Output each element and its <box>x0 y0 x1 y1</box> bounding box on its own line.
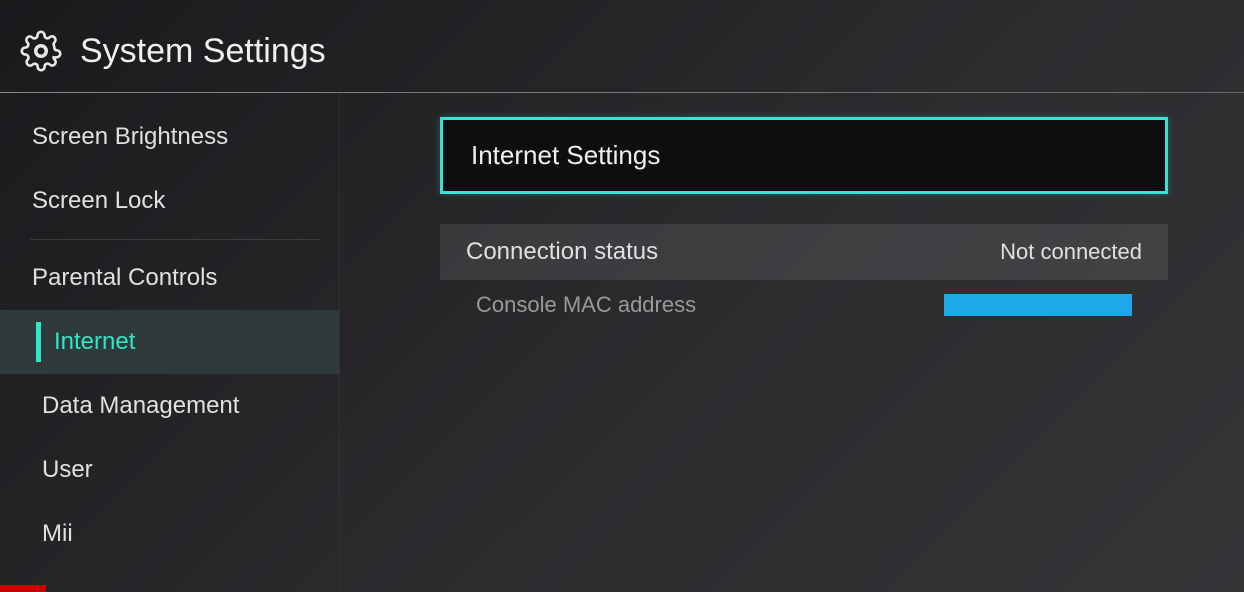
page-title: System Settings <box>80 32 326 71</box>
main-panel: Internet Settings Connection status Not … <box>340 93 1244 590</box>
progress-indicator <box>0 585 46 592</box>
mac-address-value-redacted <box>944 294 1132 316</box>
connection-status-row[interactable]: Connection status Not connected <box>440 224 1168 280</box>
connection-status-group: Connection status Not connected Console … <box>440 224 1168 330</box>
connection-status-label: Connection status <box>466 238 658 266</box>
sidebar-item-user[interactable]: User <box>0 438 339 502</box>
sidebar-item-label: Screen Lock <box>32 187 165 214</box>
sidebar-item-label: Data Management <box>42 392 239 419</box>
gear-icon <box>20 30 62 72</box>
sidebar-item-data-management[interactable]: Data Management <box>0 374 339 438</box>
sidebar-item-label: Mii <box>42 520 73 547</box>
internet-settings-button[interactable]: Internet Settings <box>440 117 1168 194</box>
mac-address-row: Console MAC address <box>440 280 1168 330</box>
sidebar-item-label: Parental Controls <box>32 264 217 291</box>
sidebar-item-label: Internet <box>54 328 135 355</box>
sidebar-item-parental-controls[interactable]: Parental Controls <box>0 246 339 310</box>
connection-status-value: Not connected <box>1000 239 1142 265</box>
sidebar-item-screen-brightness[interactable]: Screen Brightness <box>0 105 339 169</box>
sidebar-item-mii[interactable]: Mii <box>0 502 339 566</box>
header: System Settings <box>0 0 1244 92</box>
sidebar-item-label: User <box>42 456 93 483</box>
sidebar-item-label: Screen Brightness <box>32 123 228 150</box>
internet-settings-label: Internet Settings <box>471 140 660 170</box>
sidebar-item-internet[interactable]: Internet <box>0 310 339 374</box>
content: Screen Brightness Screen Lock Parental C… <box>0 93 1244 590</box>
mac-address-label: Console MAC address <box>476 292 696 318</box>
sidebar: Screen Brightness Screen Lock Parental C… <box>0 93 340 590</box>
sidebar-item-screen-lock[interactable]: Screen Lock <box>0 169 339 233</box>
sidebar-divider <box>30 239 319 240</box>
